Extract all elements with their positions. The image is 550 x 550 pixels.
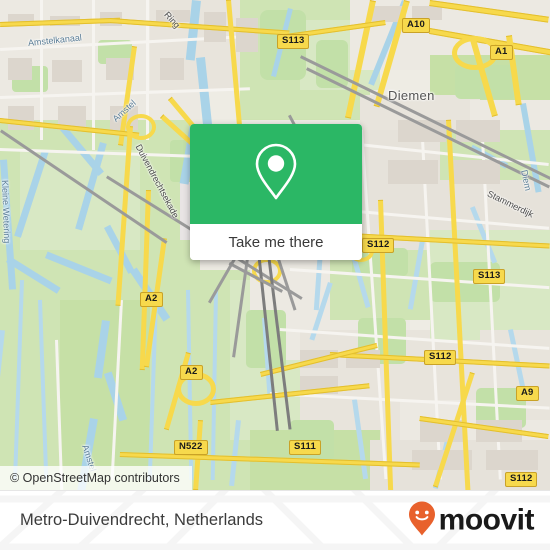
route-shield-a9: A9 xyxy=(516,386,539,401)
moovit-pin-smile-icon xyxy=(407,500,437,541)
route-shield-s112-north: S112 xyxy=(362,238,395,253)
route-shield-a10: A10 xyxy=(402,18,431,33)
map-canvas[interactable]: Amstelkanaal Amstel Ring Kleine Wetering… xyxy=(0,0,550,490)
take-me-there-label: Take me there xyxy=(228,233,324,251)
route-shield-s113-east: S113 xyxy=(473,269,506,284)
route-shield-n522: N522 xyxy=(174,440,208,455)
route-shield-s112-mid: S112 xyxy=(424,350,457,365)
location-popup-card[interactable]: Take me there xyxy=(190,124,362,260)
route-shield-s113-north: S113 xyxy=(277,34,310,49)
take-me-there-button[interactable]: Take me there xyxy=(190,224,362,260)
osm-attribution-text: © OpenStreetMap contributors xyxy=(10,471,180,485)
moovit-brand[interactable]: moovit xyxy=(407,500,535,541)
route-shield-a2-north: A2 xyxy=(140,292,163,307)
osm-attribution[interactable]: © OpenStreetMap contributors xyxy=(0,466,192,490)
route-shield-s111: S111 xyxy=(289,440,321,455)
route-shield-a2-south: A2 xyxy=(180,365,203,380)
page-title: Metro-Duivendrecht, Netherlands xyxy=(20,511,264,529)
map-pin-icon xyxy=(249,140,303,209)
route-shield-a1: A1 xyxy=(490,45,513,60)
moovit-wordmark: moovit xyxy=(438,503,535,537)
screenshot-root: Amstelkanaal Amstel Ring Kleine Wetering… xyxy=(0,0,550,550)
route-shield-s112-south: S112 xyxy=(505,472,538,487)
footer-bar: Metro-Duivendrecht, Netherlands moovit xyxy=(0,490,550,550)
card-icon-area xyxy=(190,124,362,224)
